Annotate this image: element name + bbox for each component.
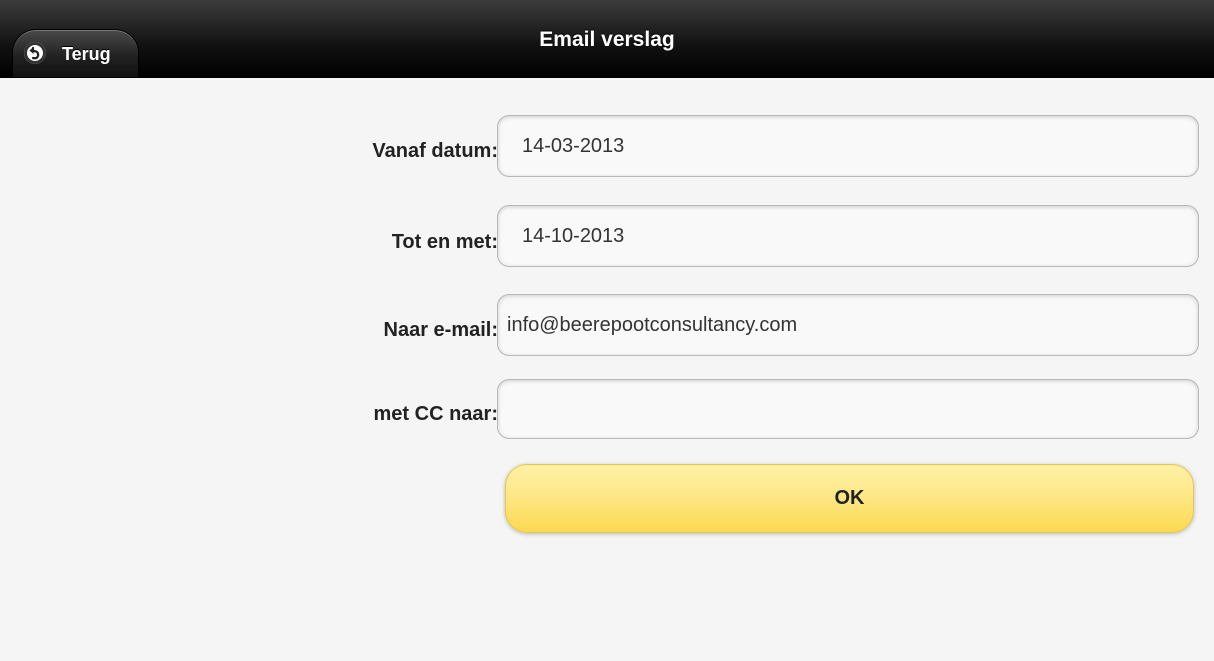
cc-email-input[interactable] (497, 379, 1199, 439)
email-input[interactable] (497, 294, 1199, 356)
from-date-input[interactable] (497, 115, 1199, 177)
email-label: Naar e-mail: (383, 319, 499, 341)
to-date-label: Tot en met: (391, 231, 498, 253)
to-date-input[interactable] (497, 205, 1199, 267)
cc-label: met CC naar: (373, 403, 498, 425)
from-date-label: Vanaf datum: (372, 140, 498, 162)
page-title: Email verslag (539, 28, 675, 51)
ok-button[interactable]: OK (505, 464, 1194, 533)
header-bar: Terug Email verslag (0, 0, 1214, 78)
